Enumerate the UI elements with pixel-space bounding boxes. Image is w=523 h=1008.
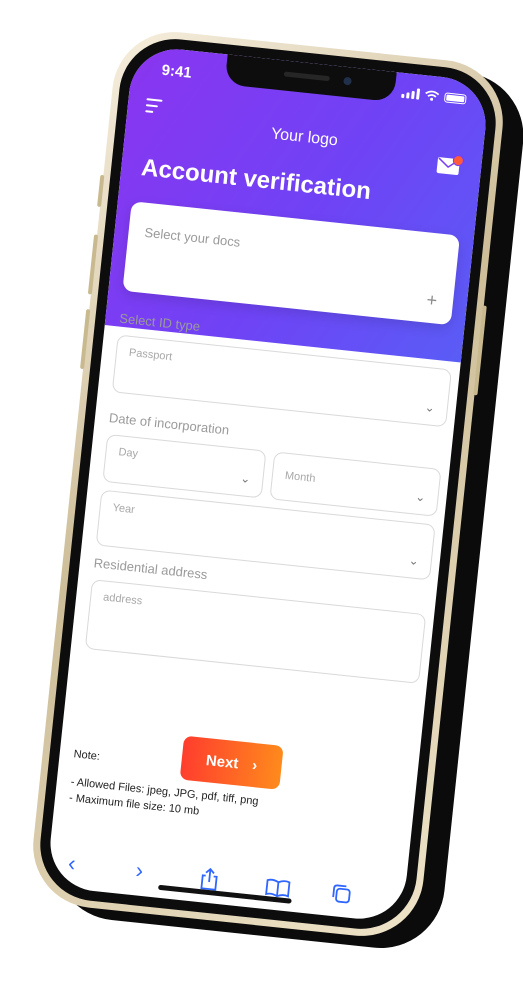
back-icon[interactable]: ‹ <box>67 850 77 877</box>
mail-icon[interactable] <box>436 154 465 176</box>
forward-icon[interactable]: › <box>135 857 145 884</box>
chevron-right-icon: › <box>251 756 259 774</box>
browser-toolbar: ‹ › <box>46 848 406 919</box>
select-docs-placeholder: Select your docs <box>143 224 242 250</box>
year-placeholder: Year <box>112 501 136 517</box>
share-icon[interactable] <box>198 866 220 892</box>
phone-bezel: 9:41 Your logo Account verification Sele… <box>34 33 502 935</box>
id-type-value: Passport <box>128 346 173 364</box>
incorporation-label: Date of incorporation <box>108 410 230 438</box>
speaker <box>283 71 330 82</box>
status-time: 9:41 <box>160 61 193 82</box>
chevron-down-icon: ⌄ <box>414 489 427 505</box>
next-button[interactable]: Next › <box>179 735 284 790</box>
note-title: Note: <box>73 748 101 763</box>
address-input[interactable]: address <box>84 579 427 684</box>
chevron-down-icon: ⌄ <box>424 400 436 415</box>
front-camera <box>343 76 352 86</box>
volume-down-button <box>80 309 91 370</box>
address-placeholder: address <box>102 591 143 608</box>
phone-device: 9:41 Your logo Account verification Sele… <box>27 25 523 955</box>
chevron-down-icon: ⌄ <box>408 553 420 569</box>
month-placeholder: Month <box>284 469 316 485</box>
phone-screen: 9:41 Your logo Account verification Sele… <box>45 44 491 924</box>
add-doc-icon[interactable]: + <box>425 290 439 312</box>
signal-icon <box>401 87 421 100</box>
volume-up-button <box>87 234 99 295</box>
day-select[interactable]: Day ⌄ <box>102 433 267 499</box>
day-placeholder: Day <box>117 446 139 461</box>
tabs-icon[interactable] <box>329 882 353 906</box>
wifi-icon <box>425 90 440 101</box>
address-label: Residential address <box>93 555 209 583</box>
battery-icon <box>443 91 467 105</box>
next-button-label: Next <box>205 751 240 772</box>
chevron-down-icon: ⌄ <box>239 471 252 487</box>
month-select[interactable]: Month ⌄ <box>269 451 442 517</box>
mute-switch <box>97 174 105 208</box>
